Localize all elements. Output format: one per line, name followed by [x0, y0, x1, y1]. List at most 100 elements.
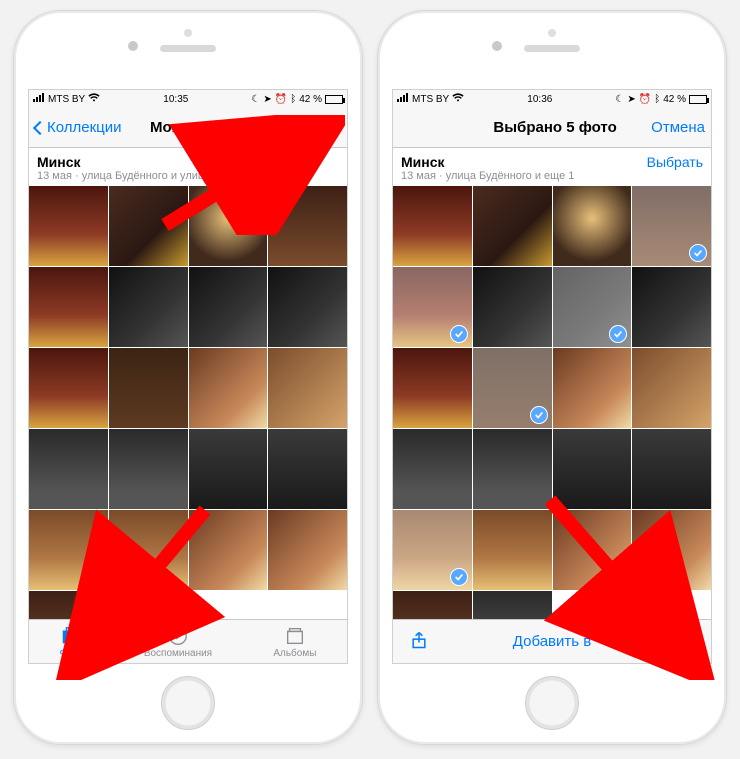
wifi-icon	[452, 93, 464, 106]
bluetooth-icon: ᛒ	[654, 94, 660, 105]
wifi-icon	[88, 93, 100, 106]
carrier-label: MTS BY	[48, 94, 85, 105]
selection-toolbar: Добавить в	[393, 619, 711, 663]
photo-thumb[interactable]	[268, 510, 347, 590]
photo-thumb[interactable]	[632, 510, 711, 590]
photo-grid	[29, 186, 347, 619]
tab-photos[interactable]: Фото	[60, 625, 83, 659]
photo-thumb[interactable]	[189, 429, 268, 509]
checkmark-icon	[450, 325, 468, 343]
photo-thumb[interactable]	[29, 267, 108, 347]
photo-thumb[interactable]	[29, 591, 108, 619]
photo-thumb[interactable]	[393, 591, 472, 619]
screen-left: MTS BY 10:35 ☾ ➤ ⏰ ᛒ 42 %	[28, 89, 348, 664]
section-header: Минск 13 мая · улица Будённого и еще 1 В…	[393, 148, 711, 186]
photo-thumb[interactable]	[29, 510, 108, 590]
photo-thumb-selected[interactable]	[473, 348, 552, 428]
tab-label: Воспоминания	[144, 648, 212, 659]
photo-grid	[393, 186, 711, 619]
location-subtitle: 13 мая · улица Будённого и улица …ова	[37, 170, 242, 182]
back-label: Коллекции	[47, 119, 122, 136]
checkmark-icon	[609, 325, 627, 343]
photo-thumb[interactable]	[473, 429, 552, 509]
photo-thumb[interactable]	[268, 429, 347, 509]
back-button[interactable]: Коллекции	[35, 119, 122, 136]
signal-icon	[33, 93, 45, 105]
select-button[interactable]: Выбрать	[281, 119, 341, 136]
photo-thumb[interactable]	[109, 267, 188, 347]
nav-bar: Коллекции Моменты Выбрать	[29, 108, 347, 148]
photo-thumb[interactable]	[109, 429, 188, 509]
photo-thumb[interactable]	[393, 348, 472, 428]
home-button[interactable]	[525, 676, 579, 730]
screen-right: MTS BY 10:36 ☾ ➤ ⏰ ᛒ 42 % Выбрано 5 ф	[392, 89, 712, 664]
nav-title: Моменты	[150, 119, 220, 136]
battery-pct: 42 %	[663, 94, 686, 105]
location-title: Минск	[401, 154, 574, 170]
share-button[interactable]	[409, 630, 429, 654]
battery-pct: 42 %	[299, 94, 322, 105]
photo-thumb[interactable]	[473, 267, 552, 347]
photo-thumb[interactable]	[473, 186, 552, 266]
photo-thumb-selected[interactable]	[393, 510, 472, 590]
photo-thumb[interactable]	[109, 510, 188, 590]
battery-icon	[325, 95, 343, 104]
status-bar: MTS BY 10:35 ☾ ➤ ⏰ ᛒ 42 %	[29, 90, 347, 108]
cancel-button[interactable]: Отмена	[651, 119, 705, 136]
section-select-button[interactable]: Выбрать	[647, 154, 703, 170]
photo-thumb[interactable]	[268, 186, 347, 266]
photo-thumb[interactable]	[29, 429, 108, 509]
photo-thumb[interactable]	[553, 429, 632, 509]
photo-thumb[interactable]	[473, 591, 552, 619]
photo-thumb[interactable]	[553, 510, 632, 590]
checkmark-icon	[530, 406, 548, 424]
photo-thumb[interactable]	[553, 186, 632, 266]
tab-memories[interactable]: Воспоминания	[144, 625, 212, 659]
trash-button[interactable]	[675, 630, 695, 654]
photo-thumb[interactable]	[553, 348, 632, 428]
chevron-left-icon	[33, 120, 47, 134]
home-button[interactable]	[161, 676, 215, 730]
photo-thumb[interactable]	[29, 186, 108, 266]
clock: 10:35	[163, 94, 188, 105]
tab-bar: Фото Воспоминания Альбомы	[29, 619, 347, 663]
photo-thumb[interactable]	[29, 348, 108, 428]
photo-thumb-selected[interactable]	[632, 186, 711, 266]
photo-thumb[interactable]	[393, 429, 472, 509]
signal-icon	[397, 93, 409, 105]
photo-thumb[interactable]	[473, 510, 552, 590]
photo-thumb[interactable]	[268, 348, 347, 428]
clock: 10:36	[527, 94, 552, 105]
photo-thumb[interactable]	[189, 348, 268, 428]
tab-albums[interactable]: Альбомы	[273, 625, 316, 659]
photo-thumb[interactable]	[393, 186, 472, 266]
carrier-label: MTS BY	[412, 94, 449, 105]
alarm-icon: ⏰	[639, 94, 651, 105]
photo-thumb[interactable]	[268, 267, 347, 347]
add-to-button[interactable]: Добавить в	[513, 633, 591, 650]
checkmark-icon	[450, 568, 468, 586]
photo-thumb[interactable]	[632, 429, 711, 509]
location-title: Минск	[37, 154, 242, 170]
moon-icon: ☾	[251, 94, 260, 105]
nav-title: Выбрано 5 фото	[493, 119, 616, 136]
status-bar: MTS BY 10:36 ☾ ➤ ⏰ ᛒ 42 %	[393, 90, 711, 108]
photo-thumb-selected[interactable]	[553, 267, 632, 347]
photo-thumb-selected[interactable]	[393, 267, 472, 347]
photo-thumb[interactable]	[109, 186, 188, 266]
photo-thumb[interactable]	[189, 267, 268, 347]
nav-bar: Выбрано 5 фото Отмена	[393, 108, 711, 148]
photo-thumb[interactable]	[109, 348, 188, 428]
bluetooth-icon: ᛒ	[290, 94, 296, 105]
nav-arrow-icon: ➤	[627, 94, 635, 105]
moon-icon: ☾	[615, 94, 624, 105]
location-subtitle: 13 мая · улица Будённого и еще 1	[401, 170, 574, 182]
checkmark-icon	[689, 244, 707, 262]
search-icon[interactable]	[249, 117, 267, 139]
tab-label: Альбомы	[273, 648, 316, 659]
photo-thumb[interactable]	[632, 267, 711, 347]
photo-thumb[interactable]	[189, 510, 268, 590]
photo-thumb[interactable]	[189, 186, 268, 266]
phone-right: MTS BY 10:36 ☾ ➤ ⏰ ᛒ 42 % Выбрано 5 ф	[377, 10, 727, 745]
photo-thumb[interactable]	[632, 348, 711, 428]
